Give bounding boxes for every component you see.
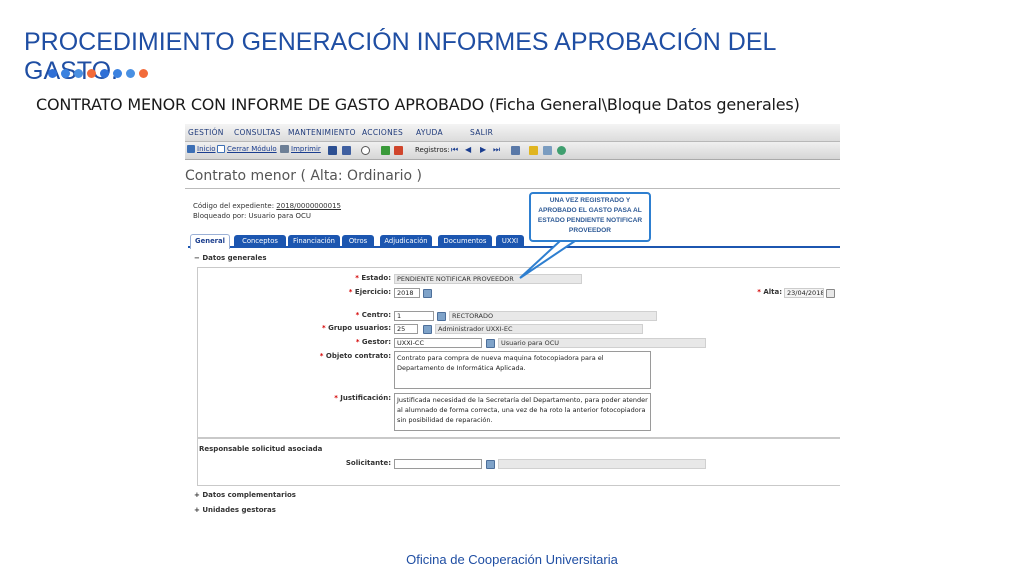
last-record-icon[interactable]: ⏭ — [493, 145, 500, 155]
alta-field: 23/04/2018 — [784, 288, 824, 298]
imprimir-button[interactable]: Imprimir — [280, 145, 321, 153]
home-icon — [187, 145, 195, 153]
collapse-icon: − — [194, 254, 200, 262]
search-icon[interactable] — [361, 146, 370, 155]
objeto-contrato-label: * Objeto contrato: — [319, 352, 391, 360]
justificacion-textarea[interactable]: Justificada necesidad de la Secretaría d… — [394, 393, 651, 431]
objeto-contrato-textarea[interactable]: Contrato para compra de nueva maquina fo… — [394, 351, 651, 389]
expand-icon: + — [194, 506, 200, 514]
solicitante-input[interactable] — [394, 459, 482, 469]
unidades-gestoras-label: Unidades gestoras — [202, 506, 276, 514]
app-screenshot: GESTIÓN CONSULTAS MANTENIMIENTO ACCIONES… — [185, 124, 840, 524]
codigo-label: Código del expediente: — [193, 202, 275, 210]
menu-salir[interactable]: SALIR — [470, 128, 493, 137]
attach-icon[interactable] — [543, 146, 552, 155]
next-record-icon[interactable]: ▶ — [480, 145, 486, 154]
calendar-icon[interactable] — [826, 289, 835, 298]
dot — [126, 69, 135, 78]
save-icon[interactable] — [328, 146, 337, 155]
gestor-description: Usuario para OCU — [498, 338, 706, 348]
tab-bar: General Conceptos Financiación Otros Adj… — [188, 234, 840, 249]
gear-icon[interactable] — [557, 146, 566, 155]
add-icon[interactable] — [381, 146, 390, 155]
tab-conceptos[interactable]: Conceptos — [234, 235, 286, 248]
ejercicio-input[interactable]: 2018 — [394, 288, 420, 298]
solicitante-label: Solicitante: — [345, 459, 391, 467]
lookup-icon[interactable] — [486, 460, 495, 469]
lookup-icon[interactable] — [423, 325, 432, 334]
codigo-value[interactable]: 2018/0000000015 — [276, 202, 341, 210]
toolbar: Inicio Cerrar Módulo Imprimir Registros:… — [185, 142, 840, 160]
datos-complementarios-header[interactable]: + Datos complementarios — [194, 491, 296, 499]
grupo-usuarios-description: Administrador UXXI-EC — [435, 324, 643, 334]
cerrar-label: Cerrar Módulo — [227, 145, 277, 153]
menu-mantenimiento[interactable]: MANTENIMIENTO — [288, 128, 356, 137]
centro-input[interactable]: 1 — [394, 311, 434, 321]
slide-subtitle: CONTRATO MENOR CON INFORME DE GASTO APRO… — [36, 95, 800, 114]
dot — [100, 69, 109, 78]
unidades-gestoras-header[interactable]: + Unidades gestoras — [194, 506, 276, 514]
tab-otros[interactable]: Otros — [342, 235, 374, 248]
save-close-icon[interactable] — [342, 146, 351, 155]
callout-note: UNA VEZ REGISTRADO Y APROBADO EL GASTO P… — [529, 192, 651, 242]
form-title: Contrato menor ( Alta: Ordinario ) — [185, 168, 422, 184]
estado-label: * Estado: — [355, 274, 391, 282]
slide-footer: Oficina de Cooperación Universitaria — [406, 552, 618, 567]
menu-gestion[interactable]: GESTIÓN — [188, 128, 224, 137]
estado-field: PENDIENTE NOTIFICAR PROVEEDOR — [394, 274, 582, 284]
close-icon — [217, 145, 225, 153]
bloqueado-por: Bloqueado por: Usuario para OCU — [193, 212, 311, 220]
decorative-dots — [48, 69, 148, 78]
delete-icon[interactable] — [394, 146, 403, 155]
grupo-usuarios-label: * Grupo usuarios: — [321, 324, 391, 332]
folder-icon[interactable] — [529, 146, 538, 155]
dot — [48, 69, 57, 78]
dot — [87, 69, 96, 78]
tab-uxxi[interactable]: UXXI — [496, 235, 524, 248]
datos-generales-label: Datos generales — [202, 254, 267, 262]
calendar-icon[interactable] — [423, 289, 432, 298]
grid-icon[interactable] — [511, 146, 520, 155]
codigo-expediente: Código del expediente: 2018/0000000015 — [193, 202, 341, 210]
expand-icon: + — [194, 491, 200, 499]
grupo-usuarios-input[interactable]: 25 — [394, 324, 418, 334]
gestor-input[interactable]: UXXI-CC — [394, 338, 482, 348]
dot — [74, 69, 83, 78]
tab-financiacion[interactable]: Financiación — [288, 235, 340, 248]
prev-record-icon[interactable]: ◀ — [465, 145, 471, 154]
menu-bar: GESTIÓN CONSULTAS MANTENIMIENTO ACCIONES… — [185, 124, 840, 142]
menu-acciones[interactable]: ACCIONES — [362, 128, 403, 137]
ejercicio-label: * Ejercicio: — [348, 288, 391, 296]
imprimir-label: Imprimir — [291, 145, 321, 153]
datos-generales-header[interactable]: − Datos generales — [194, 254, 267, 262]
solicitante-description — [498, 459, 706, 469]
tab-general[interactable]: General — [190, 234, 230, 249]
justificacion-label: * Justificación: — [334, 394, 391, 402]
tab-adjudicacion[interactable]: Adjudicación — [380, 235, 432, 248]
menu-ayuda[interactable]: AYUDA — [416, 128, 443, 137]
dot — [61, 69, 70, 78]
dot — [113, 69, 122, 78]
centro-description: RECTORADO — [449, 311, 657, 321]
centro-label: * Centro: — [355, 311, 391, 319]
title-divider — [185, 188, 840, 189]
datos-complementarios-label: Datos complementarios — [202, 491, 296, 499]
inicio-label: Inicio — [197, 145, 216, 153]
printer-icon — [280, 145, 289, 153]
first-record-icon[interactable]: ⏮ — [451, 145, 458, 155]
lookup-icon[interactable] — [486, 339, 495, 348]
inicio-button[interactable]: Inicio — [187, 145, 216, 153]
alta-label: * Alta: — [757, 288, 782, 296]
gestor-label: * Gestor: — [355, 338, 391, 346]
registros-label: Registros: — [415, 146, 450, 154]
dot — [139, 69, 148, 78]
responsable-header: Responsable solicitud asociada — [199, 445, 323, 453]
menu-consultas[interactable]: CONSULTAS — [234, 128, 281, 137]
tab-documentos[interactable]: Documentos — [438, 235, 492, 248]
lookup-icon[interactable] — [437, 312, 446, 321]
cerrar-modulo-button[interactable]: Cerrar Módulo — [217, 145, 277, 153]
